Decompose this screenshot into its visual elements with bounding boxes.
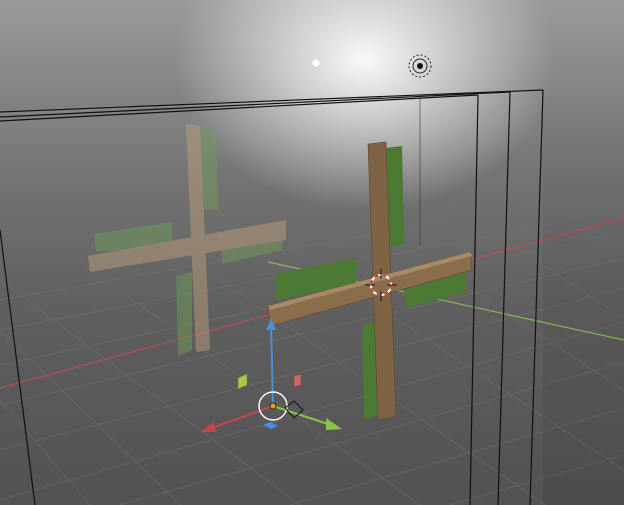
mirror-plane[interactable]	[0, 89, 544, 505]
point-light[interactable]	[312, 59, 320, 67]
3d-viewport[interactable]	[0, 0, 624, 505]
viewport-scene[interactable]	[0, 0, 624, 505]
xz-plane-handle	[293, 373, 302, 388]
object-origin	[269, 402, 277, 410]
sun-light[interactable]	[408, 54, 432, 78]
